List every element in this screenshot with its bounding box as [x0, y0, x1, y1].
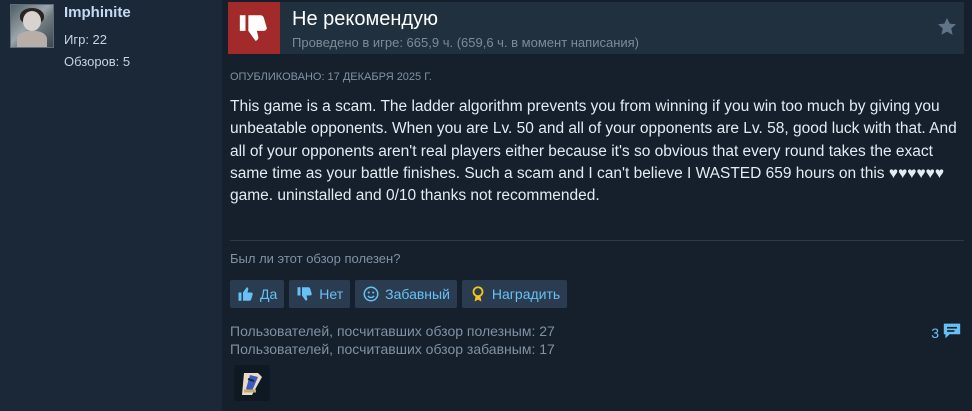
- vote-funny-label: Забавный: [385, 286, 450, 302]
- comments-count: 3: [931, 324, 939, 341]
- smiley-icon: [361, 284, 381, 304]
- helpful-question: Был ли этот обзор полезен?: [230, 251, 401, 266]
- author-name[interactable]: Imphinite: [64, 4, 131, 21]
- author-avatar[interactable]: [10, 4, 54, 48]
- posted-date: Опубликовано: 17 декабря 2025 г.: [230, 71, 432, 83]
- vote-yes-label: Да: [260, 286, 278, 302]
- vote-yes-button[interactable]: Да: [230, 280, 285, 308]
- helpful-count: Пользователей, посчитавших обзор полезны…: [230, 323, 555, 339]
- review-text: This game is a scam. The ladder algorith…: [230, 98, 957, 205]
- star-icon[interactable]: [936, 16, 958, 43]
- review-author: Imphinite Игр: 22 Обзоров: 5: [10, 4, 210, 69]
- funny-count: Пользователей, посчитавших обзор забавны…: [230, 341, 555, 357]
- award-button[interactable]: Наградить: [461, 280, 568, 308]
- author-games-count[interactable]: Игр: 22: [64, 32, 107, 47]
- hours-played: Проведено в игре: 665,9 ч. (659,6 ч. в м…: [292, 35, 640, 50]
- thumbs-up-icon: [236, 284, 256, 304]
- thumbs-down-icon: [295, 284, 315, 304]
- thumbs-down-icon: [228, 2, 280, 54]
- review-header: Не рекомендую Проведено в игре: 665,9 ч.…: [228, 2, 964, 54]
- vote-funny-button[interactable]: Забавный: [355, 280, 457, 308]
- award-label: Наградить: [491, 286, 561, 302]
- author-reviews-count[interactable]: Обзоров: 5: [64, 54, 130, 69]
- comment-bubble-icon: [942, 322, 962, 343]
- review-panel: Не рекомендую Проведено в игре: 665,9 ч.…: [222, 0, 972, 411]
- award-badge-icon[interactable]: [234, 365, 270, 401]
- rating-buttons: Да Нет Забавный Наградить: [230, 280, 568, 308]
- vote-no-button[interactable]: Нет: [289, 280, 351, 308]
- vote-no-label: Нет: [319, 286, 344, 302]
- award-ribbon-icon: [468, 284, 488, 304]
- review-verdict[interactable]: Не рекомендую: [292, 8, 438, 31]
- divider: [230, 240, 964, 241]
- comments-link[interactable]: 3: [931, 322, 962, 343]
